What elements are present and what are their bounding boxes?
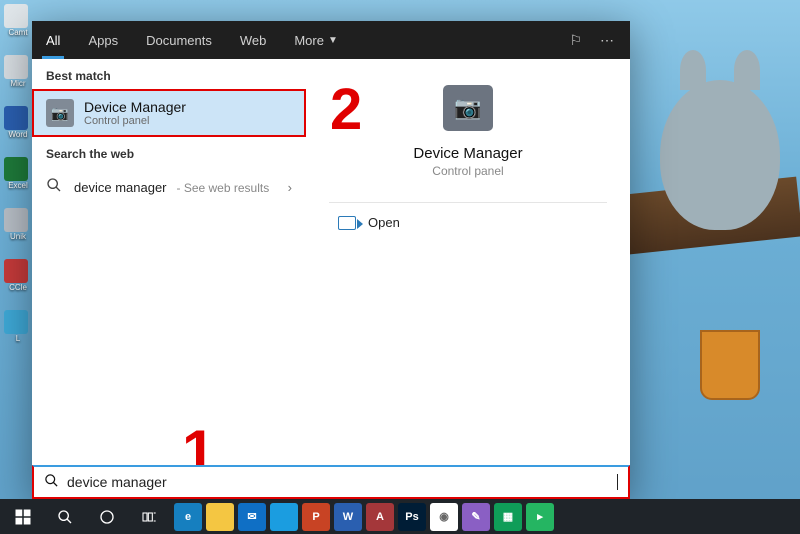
taskbar-app-paint[interactable]: ✎	[462, 503, 490, 531]
chevron-right-icon: ›	[288, 180, 292, 195]
best-match-subtitle: Control panel	[84, 115, 186, 127]
callout-2: 2	[330, 76, 362, 143]
preview-subtitle: Control panel	[432, 164, 503, 178]
best-match-header: Best match	[32, 59, 306, 89]
wallpaper-bag	[700, 330, 760, 400]
desktop-icon-label: Unik	[4, 232, 32, 241]
desktop-icon-label: L	[4, 334, 32, 343]
preview-device-manager-icon: 📷	[443, 85, 493, 131]
web-result-hint: - See web results	[177, 181, 270, 195]
web-result-query: device manager	[74, 180, 167, 195]
desktop-icon[interactable]: Camt	[4, 4, 32, 37]
task-view-button[interactable]	[130, 501, 168, 533]
desktop-icon[interactable]: L	[4, 310, 32, 343]
search-input[interactable]	[67, 474, 609, 490]
desktop-icon[interactable]: Micr	[4, 55, 32, 88]
wallpaper-totoro	[660, 80, 780, 230]
web-result-row[interactable]: device manager - See web results ›	[32, 167, 306, 208]
tab-apps-label: Apps	[88, 33, 118, 48]
tab-apps[interactable]: Apps	[74, 21, 132, 59]
tab-web[interactable]: Web	[226, 21, 281, 59]
open-icon	[338, 216, 356, 230]
taskbar-app-file-explorer[interactable]	[206, 503, 234, 531]
app-icon	[4, 106, 28, 130]
search-icon	[44, 473, 59, 491]
search-tab-bar: All Apps Documents Web More ▼ ⚐ ⋯	[32, 21, 630, 59]
taskbar-app-powerpoint[interactable]: P	[302, 503, 330, 531]
tab-more-label: More	[294, 33, 324, 48]
best-match-title: Device Manager	[84, 99, 186, 115]
tab-web-label: Web	[240, 33, 267, 48]
tab-more[interactable]: More ▼	[280, 21, 352, 59]
taskbar-app-store[interactable]	[270, 503, 298, 531]
device-manager-icon: 📷	[46, 99, 74, 127]
desktop-icon[interactable]: Excel	[4, 157, 32, 190]
text-cursor	[617, 474, 618, 490]
search-results-column: Best match 📷 Device Manager Control pane…	[32, 59, 306, 499]
tab-all-label: All	[46, 33, 60, 48]
more-options-icon[interactable]: ⋯	[600, 32, 614, 49]
taskbar-app-sheets[interactable]: ▦	[494, 503, 522, 531]
desktop-icon-label: Camt	[4, 28, 32, 37]
desktop-icon-label: Excel	[4, 181, 32, 190]
taskbar-search-button[interactable]	[46, 501, 84, 533]
start-button[interactable]	[4, 501, 42, 533]
open-action[interactable]: Open	[306, 203, 630, 230]
desktop-icons-column: Camt Micr Word Excel Unik CCle L	[4, 0, 32, 343]
taskbar-app-chrome[interactable]: ◉	[430, 503, 458, 531]
taskbar: e ✉ PWAPs◉✎▦▸	[0, 499, 800, 534]
desktop-icon-label: Word	[4, 130, 32, 139]
search-input-row	[32, 465, 630, 499]
desktop-icon[interactable]: CCle	[4, 259, 32, 292]
best-match-result[interactable]: 📷 Device Manager Control panel	[32, 89, 306, 137]
app-icon	[4, 208, 28, 232]
search-web-header: Search the web	[32, 137, 306, 167]
chevron-down-icon: ▼	[328, 35, 338, 46]
app-icon	[4, 259, 28, 283]
desktop-icon-label: Micr	[4, 79, 32, 88]
taskbar-app-access[interactable]: A	[366, 503, 394, 531]
preview-title: Device Manager	[413, 145, 522, 162]
taskbar-app-word[interactable]: W	[334, 503, 362, 531]
open-label: Open	[368, 215, 400, 230]
taskbar-app-mail[interactable]: ✉	[238, 503, 266, 531]
app-icon	[4, 4, 28, 28]
app-icon	[4, 55, 28, 79]
app-icon	[4, 157, 28, 181]
taskbar-app-photoshop[interactable]: Ps	[398, 503, 426, 531]
desktop-icon-label: CCle	[4, 283, 32, 292]
desktop-icon[interactable]: Unik	[4, 208, 32, 241]
cortana-button[interactable]	[88, 501, 126, 533]
tab-all[interactable]: All	[32, 21, 74, 59]
taskbar-app-edge[interactable]: e	[174, 503, 202, 531]
search-icon	[46, 177, 64, 198]
tab-bar-right: ⚐ ⋯	[569, 32, 630, 49]
desktop-icon[interactable]: Word	[4, 106, 32, 139]
tab-documents-label: Documents	[146, 33, 212, 48]
tab-documents[interactable]: Documents	[132, 21, 226, 59]
app-icon	[4, 310, 28, 334]
taskbar-app-app[interactable]: ▸	[526, 503, 554, 531]
feedback-icon[interactable]: ⚐	[569, 32, 582, 49]
